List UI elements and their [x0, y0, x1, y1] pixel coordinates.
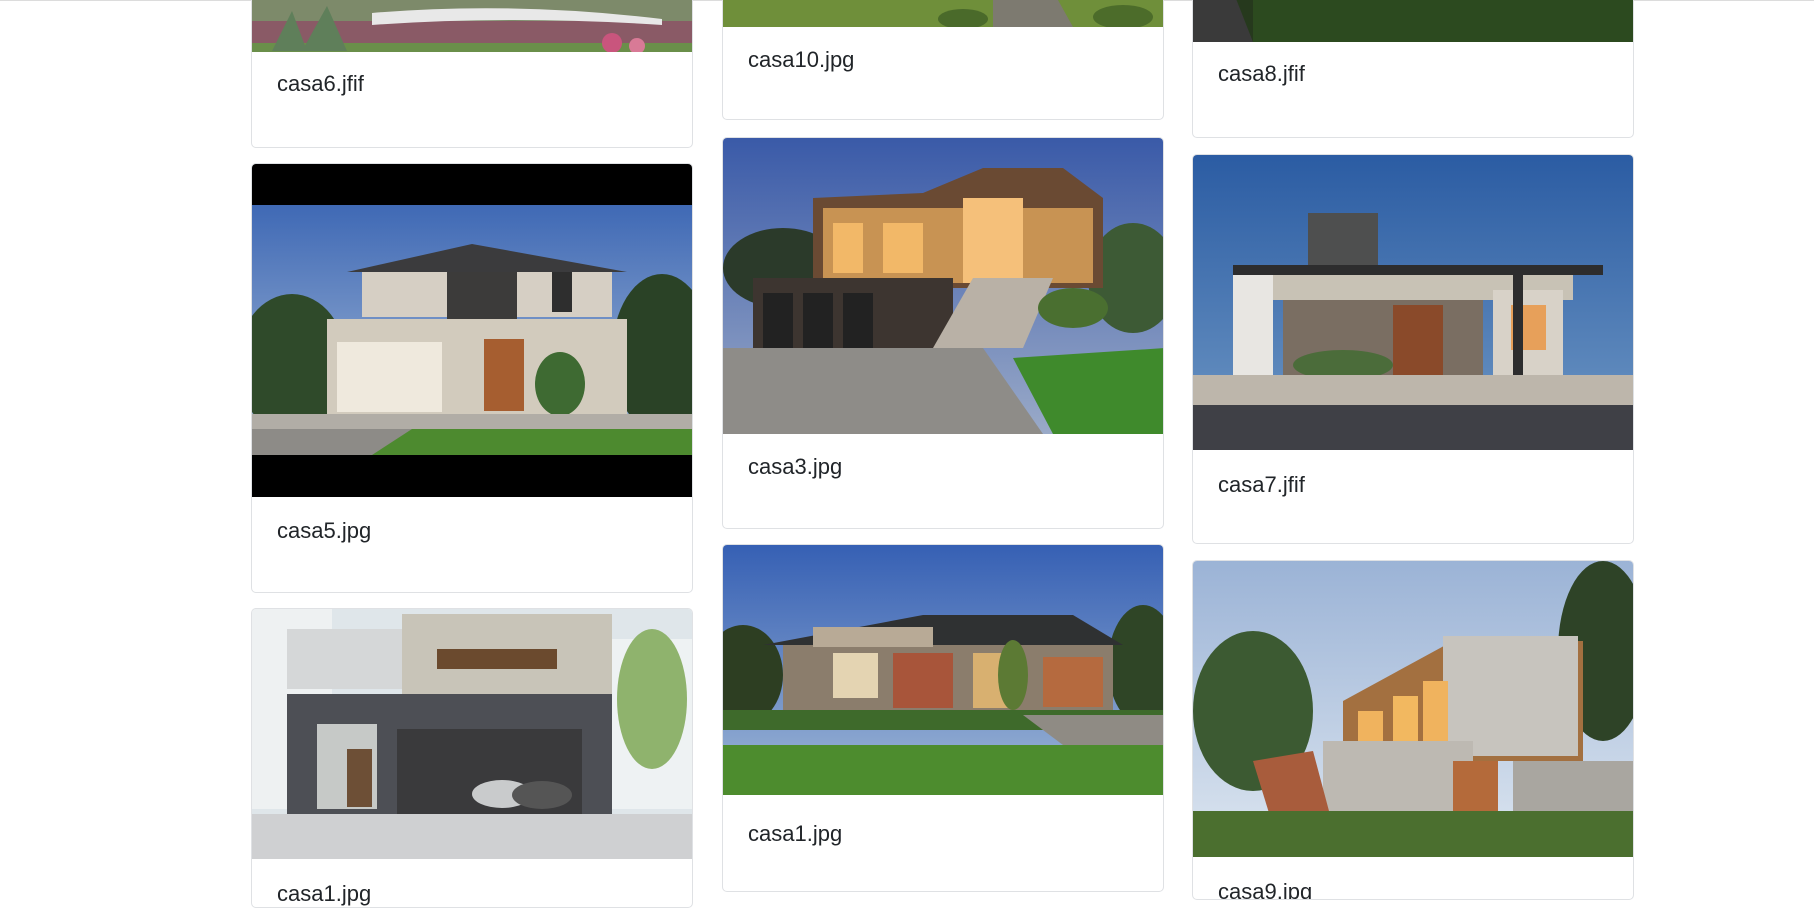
- image-card-casa10[interactable]: casa10.jpg: [722, 0, 1164, 120]
- card-caption: casa10.jpg: [748, 47, 855, 72]
- image-card-casa3[interactable]: casa3.jpg: [722, 137, 1164, 529]
- house-photo[interactable]: [252, 0, 692, 52]
- card-caption: casa7.jfif: [1218, 472, 1305, 497]
- card-caption: casa3.jpg: [748, 454, 843, 479]
- house-photo[interactable]: [1193, 155, 1633, 450]
- image-card-casa8[interactable]: casa8.jfif: [1192, 0, 1634, 138]
- image-card-casa7[interactable]: casa7.jfif: [1192, 154, 1634, 544]
- image-card-casa6[interactable]: casa6.jfif: [251, 0, 693, 148]
- house-photo[interactable]: [723, 545, 1163, 795]
- house-photo[interactable]: [1193, 0, 1633, 42]
- house-photo[interactable]: [723, 138, 1163, 434]
- house-photo[interactable]: [252, 609, 692, 859]
- card-caption: casa8.jfif: [1218, 61, 1305, 86]
- card-caption: casa5.jpg: [277, 518, 372, 543]
- card-caption: casa1.jpg: [748, 821, 843, 846]
- house-photo[interactable]: [723, 0, 1163, 27]
- house-photo[interactable]: [252, 164, 692, 497]
- card-caption: casa6.jfif: [277, 71, 364, 96]
- card-caption: casa1.jpg: [277, 881, 372, 906]
- house-photo[interactable]: [1193, 561, 1633, 857]
- image-card-casa5[interactable]: casa5.jpg: [251, 163, 693, 593]
- image-card-casa1[interactable]: casa1.jpg: [722, 544, 1164, 892]
- image-card-casa9[interactable]: casa9.jpg: [1192, 560, 1634, 900]
- image-card-casa1-col1[interactable]: casa1.jpg: [251, 608, 693, 908]
- card-caption: casa9.jpg: [1218, 879, 1313, 900]
